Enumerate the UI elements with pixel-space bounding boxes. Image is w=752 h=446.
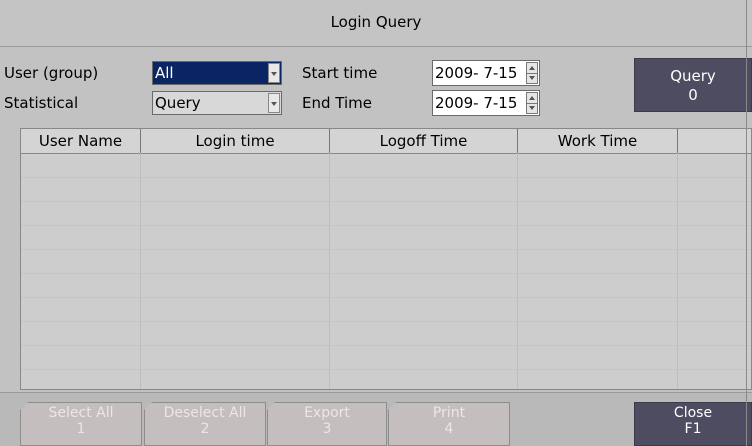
column-divider	[677, 153, 678, 389]
row-divider	[21, 177, 751, 178]
row-divider	[21, 249, 751, 250]
export-button[interactable]: Export 3	[267, 402, 387, 446]
end-time-spinner[interactable]	[526, 92, 538, 114]
column-divider	[517, 153, 518, 389]
close-shortcut: F1	[684, 421, 702, 437]
deselect-all-shortcut: 2	[200, 421, 210, 437]
query-button[interactable]: Query 0	[634, 58, 752, 112]
select-all-label: Select All	[48, 405, 114, 421]
row-divider	[21, 273, 751, 274]
spin-down-icon[interactable]	[527, 104, 537, 114]
column-header-extra[interactable]	[678, 129, 751, 153]
column-divider	[140, 153, 141, 389]
row-divider	[21, 369, 751, 370]
end-time-field[interactable]: 2009- 7-15	[432, 90, 540, 116]
spin-up-icon[interactable]	[527, 93, 537, 104]
window-edge	[746, 0, 747, 446]
row-divider	[21, 297, 751, 298]
row-divider	[21, 225, 751, 226]
end-time-value: 2009- 7-15	[435, 94, 518, 112]
start-time-value: 2009- 7-15	[435, 64, 518, 82]
spin-down-icon[interactable]	[527, 74, 537, 84]
row-divider	[21, 345, 751, 346]
statistical-label: Statistical	[4, 94, 79, 112]
select-all-shortcut: 1	[76, 421, 86, 437]
export-label: Export	[304, 405, 350, 421]
row-divider	[21, 201, 751, 202]
login-query-window: Login Query User (group) All Statistical…	[0, 0, 752, 446]
statistical-select[interactable]: Query	[152, 91, 282, 115]
dropdown-arrow-icon[interactable]	[268, 93, 280, 113]
spin-up-icon[interactable]	[527, 63, 537, 74]
column-header-logoff-time[interactable]: Logoff Time	[330, 129, 518, 153]
user-group-select[interactable]: All	[152, 61, 282, 85]
query-button-shortcut: 0	[688, 86, 698, 104]
login-records-table[interactable]: User Name Login time Logoff Time Work Ti…	[20, 128, 752, 390]
print-button[interactable]: Print 4	[388, 402, 510, 446]
close-button[interactable]: Close F1	[634, 402, 752, 446]
user-group-value: All	[155, 64, 174, 82]
deselect-all-button[interactable]: Deselect All 2	[144, 402, 266, 446]
query-button-label: Query	[670, 67, 716, 85]
column-divider	[329, 153, 330, 389]
column-header-user-name[interactable]: User Name	[21, 129, 141, 153]
start-time-label: Start time	[302, 64, 378, 82]
print-shortcut: 4	[444, 421, 454, 437]
select-all-button[interactable]: Select All 1	[20, 402, 142, 446]
start-time-spinner[interactable]	[526, 62, 538, 84]
statistical-value: Query	[155, 94, 201, 112]
end-time-label: End Time	[302, 94, 372, 112]
export-shortcut: 3	[322, 421, 332, 437]
close-label: Close	[673, 405, 713, 421]
dropdown-arrow-icon[interactable]	[268, 63, 280, 83]
window-title: Login Query	[330, 13, 422, 31]
title-bar: Login Query	[0, 0, 752, 47]
user-group-label: User (group)	[4, 64, 99, 82]
column-header-login-time[interactable]: Login time	[141, 129, 330, 153]
start-time-field[interactable]: 2009- 7-15	[432, 60, 540, 86]
column-header-work-time[interactable]: Work Time	[518, 129, 678, 153]
table-header: User Name Login time Logoff Time Work Ti…	[21, 129, 751, 154]
row-divider	[21, 321, 751, 322]
print-label: Print	[432, 405, 466, 421]
deselect-all-label: Deselect All	[163, 405, 247, 421]
